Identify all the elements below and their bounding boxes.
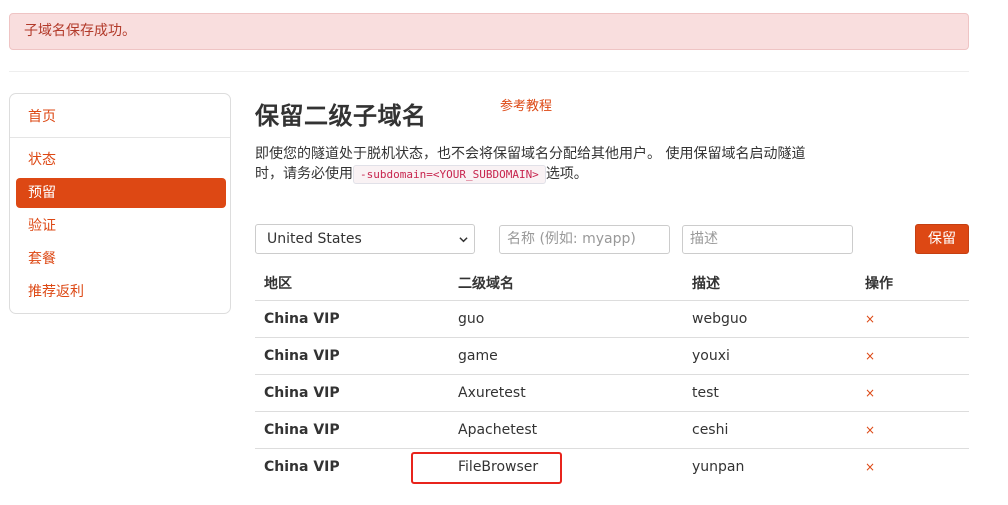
table-cell-description: test (692, 385, 719, 401)
subdomain-option-code: -subdomain=<YOUR_SUBDOMAIN> (353, 164, 546, 184)
tutorial-link[interactable]: 参考教程 (500, 95, 552, 114)
table-cell-subdomain: guo (458, 311, 485, 327)
delete-icon[interactable]: × (865, 460, 875, 474)
description-line-1: 即使您的隧道处于脱机状态，也不会将保留域名分配给其他用户。 使用保留域名启动隧道 (255, 146, 806, 162)
table-row-border (255, 374, 969, 375)
table-row-border (255, 411, 969, 412)
sidebar-item-home[interactable]: 首页 (16, 102, 226, 132)
table-row-border (255, 448, 969, 449)
delete-icon[interactable]: × (865, 386, 875, 400)
sidebar-item-verify[interactable]: 验证 (16, 211, 226, 241)
sidebar-item-plans[interactable]: 套餐 (16, 244, 226, 274)
sidebar-nav: 首页 状态 预留 验证 套餐 推荐返利 (9, 93, 231, 314)
column-header-subdomain: 二级域名 (458, 276, 514, 292)
subdomain-name-input[interactable]: 名称 (例如: myapp) (499, 225, 670, 254)
region-select-value: United States (267, 231, 362, 247)
sidebar-item-referral[interactable]: 推荐返利 (16, 277, 226, 307)
reserve-button[interactable]: 保留 (915, 224, 969, 254)
column-header-action: 操作 (865, 276, 893, 292)
delete-icon[interactable]: × (865, 349, 875, 363)
table-header-border (255, 300, 969, 301)
table-cell-subdomain: Apachetest (458, 422, 538, 438)
sidebar-divider (10, 137, 230, 138)
table-cell-subdomain: game (458, 348, 498, 364)
table-cell-description: youxi (692, 348, 730, 364)
description-line-2b: 选项。 (545, 166, 588, 182)
column-header-description: 描述 (692, 276, 720, 292)
sidebar-item-status[interactable]: 状态 (16, 145, 226, 175)
region-select[interactable]: United States (255, 224, 475, 254)
delete-icon[interactable]: × (865, 423, 875, 437)
table-cell-region: China VIP (264, 459, 340, 475)
column-header-region: 地区 (264, 276, 292, 292)
page-description: 即使您的隧道处于脱机状态，也不会将保留域名分配给其他用户。 使用保留域名启动隧道… (255, 144, 815, 184)
description-line-2a: 时，请务必使用 (255, 166, 353, 182)
table-cell-description: yunpan (692, 459, 745, 475)
table-cell-region: China VIP (264, 385, 340, 401)
success-alert: 子域名保存成功。 (9, 13, 969, 50)
table-cell-region: China VIP (264, 422, 340, 438)
chevron-down-icon (459, 237, 468, 243)
table-cell-region: China VIP (264, 348, 340, 364)
annotation-highlight-box (411, 452, 562, 484)
delete-icon[interactable]: × (865, 312, 875, 326)
table-cell-description: ceshi (692, 422, 729, 438)
table-cell-description: webguo (692, 311, 748, 327)
table-row-border (255, 337, 969, 338)
page-title: 保留二级子域名 (255, 102, 427, 130)
description-input[interactable]: 描述 (682, 225, 853, 254)
table-cell-subdomain: Axuretest (458, 385, 526, 401)
sidebar-item-reserve[interactable]: 预留 (16, 178, 226, 208)
table-cell-region: China VIP (264, 311, 340, 327)
divider (9, 71, 969, 72)
